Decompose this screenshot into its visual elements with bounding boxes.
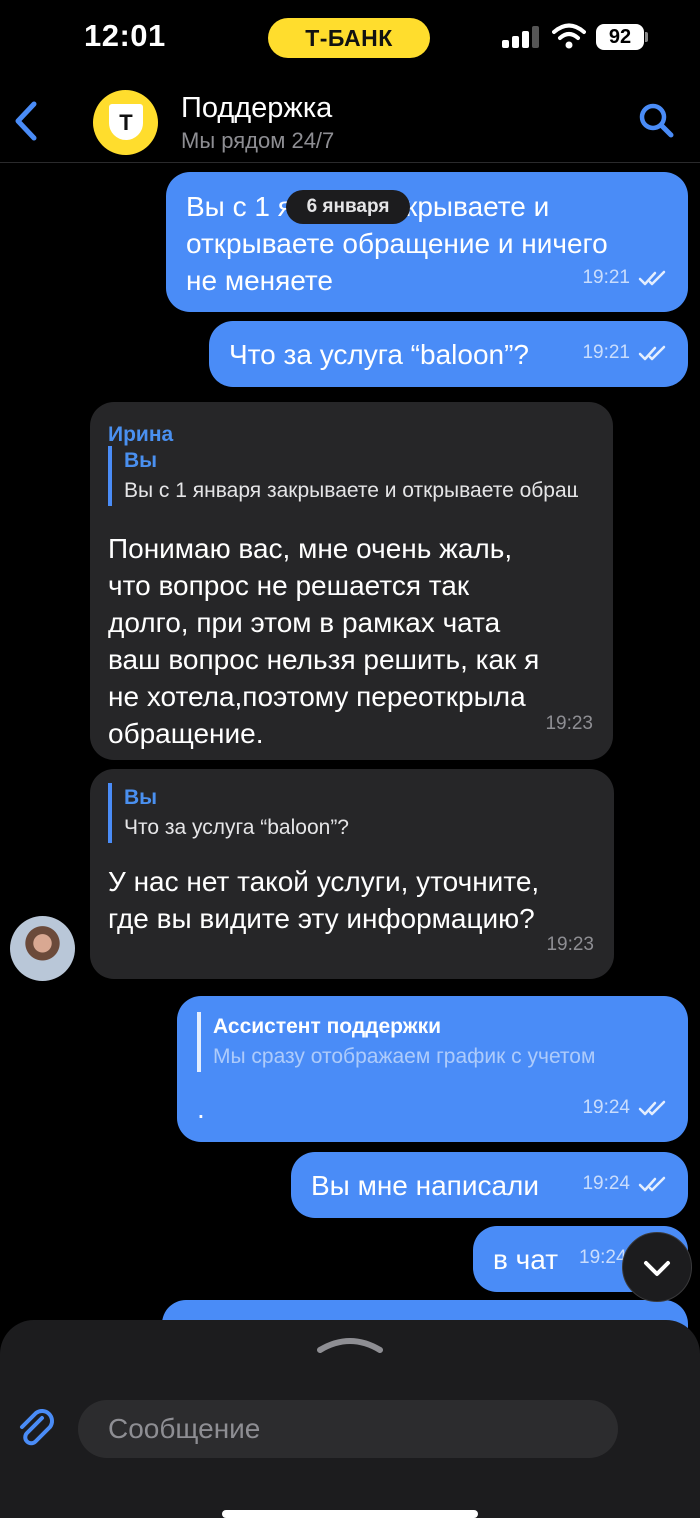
wifi-icon: [552, 23, 586, 49]
message-input[interactable]: [78, 1400, 618, 1458]
double-check-icon: [638, 345, 666, 360]
message-line: Понимаю вас, мне очень жаль,: [108, 533, 513, 564]
message-meta: 19:24: [582, 1089, 668, 1126]
double-check-icon: [638, 1100, 666, 1115]
quote-author: Вы: [124, 449, 158, 472]
home-indicator: [222, 1510, 478, 1518]
outgoing-message[interactable]: Вы с 1 января закрываете и открываете об…: [166, 172, 688, 312]
message-time: 19:23: [545, 713, 593, 734]
date-separator: 6 января: [286, 190, 410, 224]
message-line: долго, при этом в рамках чата: [108, 607, 501, 638]
message-line: где вы видите эту информацию?: [108, 903, 535, 934]
message-meta: 19:21: [582, 259, 668, 296]
message-line: что вопрос не решается так: [108, 570, 470, 601]
message-line: не меняете: [186, 265, 333, 296]
chat-subtitle: Мы рядом 24/7: [181, 128, 335, 153]
back-chevron-icon[interactable]: [10, 98, 46, 144]
message-meta: 19:23: [545, 705, 593, 742]
message-meta: 19:23: [546, 926, 594, 963]
message-time: 19:24: [579, 1247, 627, 1268]
message-time: 19:21: [582, 267, 630, 288]
battery-indicator: 92: [596, 24, 644, 50]
status-bar: 12:01 Т-БАНК 92: [0, 0, 700, 78]
double-check-icon: [638, 1176, 666, 1191]
quote-text: Что за услуга “baloon”?: [124, 816, 349, 839]
agent-avatar[interactable]: [10, 916, 75, 981]
message-text: в чат: [493, 1244, 559, 1275]
chevron-down-icon: [644, 1261, 670, 1276]
chat-title[interactable]: Поддержка: [181, 92, 332, 125]
reply-quote[interactable]: Вы Вы с 1 января закрываете и открываете…: [108, 446, 578, 506]
bank-logo-avatar[interactable]: Т: [93, 90, 158, 155]
message-time: 19:24: [582, 1173, 630, 1194]
message-time: 19:24: [582, 1097, 630, 1118]
message-composer: [0, 1320, 700, 1518]
message-time: 19:21: [582, 342, 630, 363]
status-time: 12:01: [84, 18, 166, 53]
reply-quote[interactable]: Вы Что за услуга “baloon”?: [108, 783, 578, 843]
message-text: .: [197, 1093, 205, 1124]
message-meta: 19:24: [582, 1165, 668, 1202]
outgoing-message[interactable]: Ассистент поддержки Мы сразу отображаем …: [177, 996, 688, 1142]
message-line: не хотела,поэтому переоткрыла: [108, 681, 526, 712]
scroll-to-bottom-button[interactable]: [622, 1232, 692, 1302]
paperclip-icon[interactable]: [14, 1406, 58, 1450]
quote-author: Вы: [124, 786, 158, 809]
battery-tip: [645, 32, 648, 42]
quote-author: Ассистент поддержки: [213, 1015, 442, 1038]
message-meta: 19:24: [579, 1239, 627, 1276]
logo-letter: Т: [119, 110, 133, 135]
message-text: Что за услуга “baloon”?: [229, 339, 529, 370]
grabber-chevron-icon[interactable]: [316, 1332, 384, 1356]
chat-header: Т Поддержка Мы рядом 24/7: [0, 78, 700, 163]
quote-text: Вы с 1 января закрываете и открываете об…: [124, 479, 578, 502]
cellular-signal-icon: [502, 26, 540, 48]
quote-text: Мы сразу отображаем график с учетом: [213, 1045, 596, 1068]
shield-icon: Т: [109, 104, 143, 140]
message-meta: 19:21: [582, 334, 668, 371]
search-icon[interactable]: [636, 100, 676, 140]
double-check-icon: [638, 270, 666, 285]
message-line: ваш вопрос нельзя решить, как я: [108, 644, 540, 675]
outgoing-message[interactable]: Что за услуга “baloon”? 19:21: [209, 321, 688, 387]
message-line: У нас нет такой услуги, уточните,: [108, 866, 540, 897]
message-line: открываете обращение и ничего: [186, 228, 608, 259]
message-text: Вы мне написали: [311, 1170, 540, 1201]
outgoing-message[interactable]: Вы мне написали 19:24: [291, 1152, 688, 1218]
reply-quote[interactable]: Ассистент поддержки Мы сразу отображаем …: [197, 1012, 667, 1072]
message-time: 19:23: [546, 934, 594, 955]
incoming-message[interactable]: Вы Что за услуга “baloon”? У нас нет так…: [90, 769, 614, 979]
incoming-message[interactable]: Ирина Вы Вы с 1 января закрываете и откр…: [90, 402, 613, 760]
message-line: обращение.: [108, 718, 264, 749]
carrier-pill[interactable]: Т-БАНК: [268, 18, 430, 58]
